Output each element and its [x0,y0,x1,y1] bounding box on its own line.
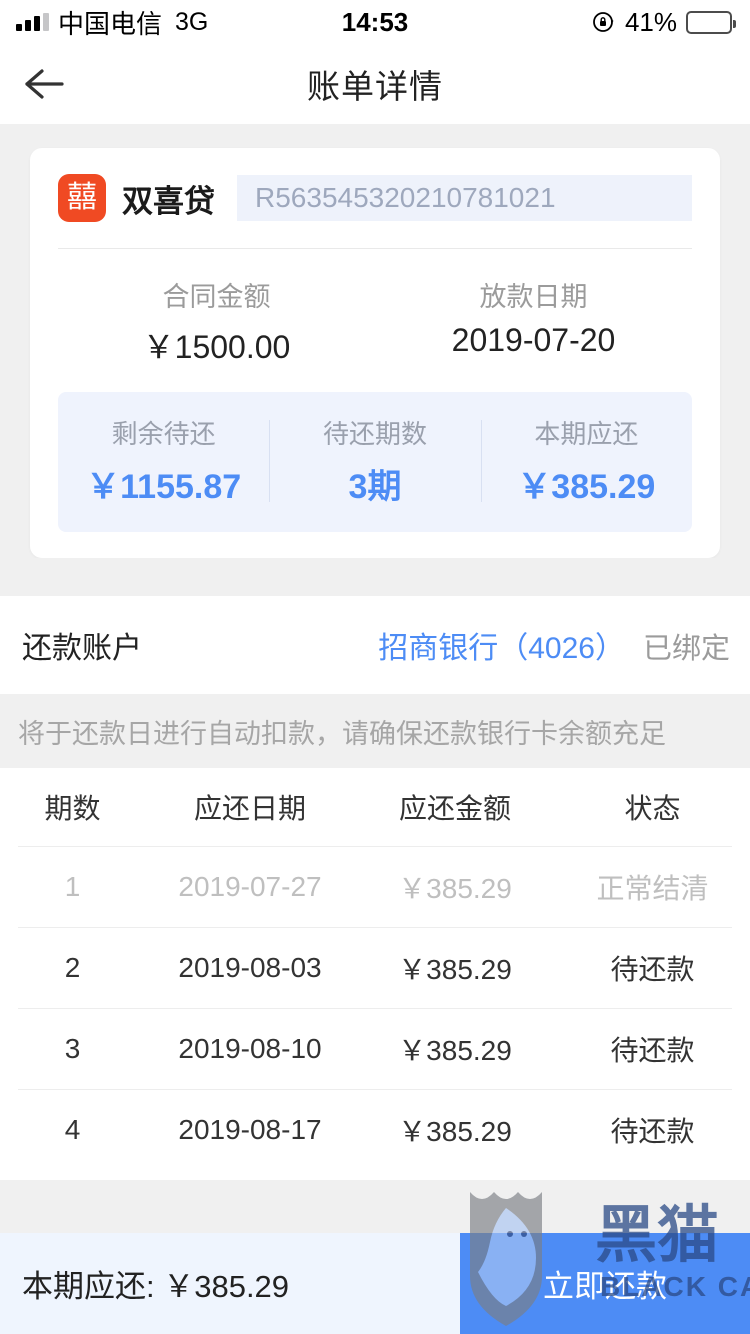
cell-due-amount: ￥385.29 [398,1116,512,1147]
back-button[interactable] [22,61,78,107]
stat-current-due-value: ￥385.29 [517,468,656,506]
pay-now-button[interactable]: 立即还款 [460,1233,750,1334]
cell-due-amount: ￥385.29 [398,1035,512,1066]
stat-current-due-label: 本期应还 [534,419,639,449]
bank-card-name[interactable]: 招商银行（4026） [378,623,625,667]
table-row[interactable]: 1 2019-07-27 ￥385.29 正常结清 [0,847,750,927]
loan-card-section: 囍 双喜贷 R563545320210781021 合同金额 ￥1500.00 … [0,124,750,558]
cell-due-date: 2019-08-10 [178,1033,322,1064]
lender-name: 双喜贷 [122,183,215,219]
loan-card: 囍 双喜贷 R563545320210781021 合同金额 ￥1500.00 … [30,148,720,558]
table-row[interactable]: 4 2019-08-17 ￥385.29 待还款 [0,1090,750,1170]
disbursement-date-block: 放款日期 2019-07-20 [375,275,692,368]
contract-amount-block: 合同金额 ￥1500.00 [58,275,375,368]
contract-number: R563545320210781021 [237,175,692,221]
signal-bars-icon [16,13,49,31]
column-header-period: 期数 [44,793,101,824]
stat-remaining-balance-value: ￥1155.87 [86,468,242,506]
repayment-schedule-table: 期数 应还日期 应还金额 状态 1 2019-07-27 ￥385.29 正常结… [0,768,750,1180]
cell-status: 待还款 [610,954,695,985]
page-title: 账单详情 [307,68,443,105]
column-header-due-date: 应还日期 [193,793,306,824]
stat-remaining-periods: 待还期数 3期 [269,414,480,508]
stat-remaining-periods-value: 3期 [348,468,402,506]
table-header-row: 期数 应还日期 应还金额 状态 [0,768,750,846]
app-screen: 中国电信 3G 14:53 41% 账单详情 囍 双喜贷 R5635453202… [0,0,750,1334]
section-gap-1 [0,558,750,596]
repayment-account-value-group: 招商银行（4026） 已绑定 [378,623,730,667]
table-row[interactable]: 2 2019-08-03 ￥385.29 待还款 [0,928,750,1008]
nav-bar: 账单详情 [0,44,750,124]
rotation-lock-icon [593,12,614,32]
disbursement-date-label: 放款日期 [479,282,588,312]
stat-remaining-balance: 剩余待还 ￥1155.87 [58,414,269,508]
network-type-label: 3G [175,7,209,36]
table-row[interactable]: 3 2019-08-10 ￥385.29 待还款 [0,1009,750,1089]
column-header-due-amount: 应还金额 [398,793,511,824]
lender-logo-glyph: 囍 [67,180,97,215]
lender-logo-icon: 囍 [58,174,106,222]
carrier-label: 中国电信 [58,8,163,39]
stat-remaining-balance-label: 剩余待还 [111,419,216,449]
repayment-account-row[interactable]: 还款账户 招商银行（4026） 已绑定 [0,596,750,694]
cell-due-amount: ￥385.29 [398,873,512,904]
cell-due-amount: ￥385.29 [398,954,512,985]
cell-period: 2 [64,952,81,983]
auto-debit-notice-text: 将于还款日进行自动扣款，请确保还款银行卡余额充足 [18,718,666,749]
cell-due-date: 2019-07-27 [178,871,322,902]
loan-card-header: 囍 双喜贷 R563545320210781021 [58,174,692,222]
cell-period: 4 [64,1114,81,1145]
bind-status-badge: 已绑定 [642,633,730,665]
cell-period: 3 [64,1033,81,1064]
bottom-action-bar: 本期应还: ￥385.29 立即还款 [0,1233,750,1334]
loan-stats-panel: 剩余待还 ￥1155.87 待还期数 3期 本期应还 ￥385.29 [58,392,692,532]
auto-debit-notice: 将于还款日进行自动扣款，请确保还款银行卡余额充足 [0,694,750,768]
stat-current-due: 本期应还 ￥385.29 [480,414,692,508]
cell-period: 1 [64,871,81,902]
status-bar-right: 41% [592,6,736,38]
current-due-summary: 本期应还: ￥385.29 [22,1269,290,1304]
battery-icon [686,10,736,34]
back-arrow-icon [25,69,64,99]
cell-status: 待还款 [610,1116,695,1147]
cell-due-date: 2019-08-03 [178,952,322,983]
contract-amount-label: 合同金额 [162,282,271,312]
battery-percent-label: 41% [624,6,677,37]
contract-amount-value: ￥1500.00 [142,329,291,365]
cell-status: 待还款 [610,1035,695,1066]
loan-amount-row: 合同金额 ￥1500.00 放款日期 2019-07-20 [58,249,692,392]
column-header-status: 状态 [624,793,681,824]
repayment-account-label: 还款账户 [22,632,142,665]
cell-due-date: 2019-08-17 [178,1114,322,1145]
cell-status: 正常结清 [596,873,709,904]
status-bar: 中国电信 3G 14:53 41% [0,0,750,44]
status-bar-left: 中国电信 3G [16,4,208,41]
stat-remaining-periods-label: 待还期数 [322,419,427,449]
disbursement-date-value: 2019-07-20 [451,322,616,358]
